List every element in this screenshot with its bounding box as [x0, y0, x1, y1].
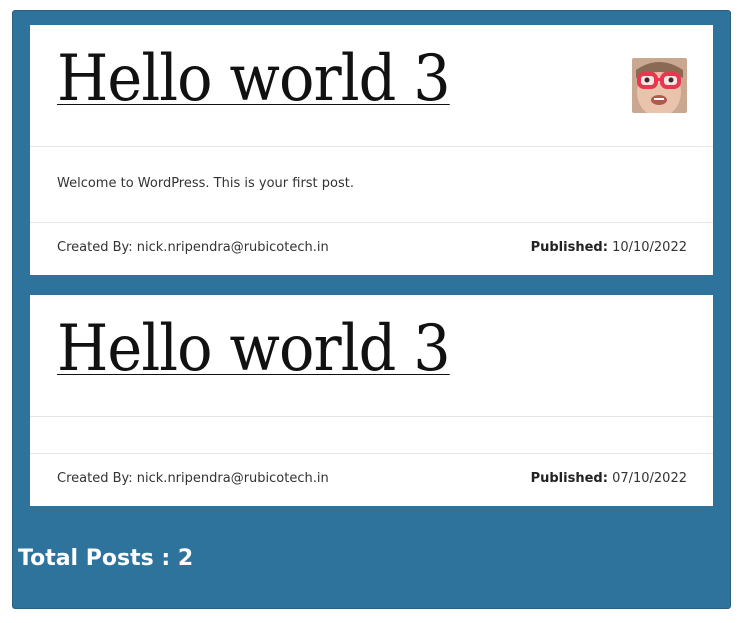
author-avatar: [632, 58, 687, 113]
post-body: Welcome to WordPress. This is your first…: [30, 147, 713, 223]
total-posts-count: Total Posts : 2: [18, 546, 194, 571]
post-header: Hello world 3: [30, 25, 713, 147]
post-published: Published: 07/10/2022: [531, 471, 687, 486]
created-by-label: Created By:: [57, 240, 133, 255]
post-author: Created By: nick.nripendra@rubicotech.in: [57, 471, 329, 486]
post-footer: Created By: nick.nripendra@rubicotech.in…: [30, 454, 713, 506]
author-email: nick.nripendra@rubicotech.in: [136, 240, 329, 255]
post-card: Hello world 3 Created By: nick.nripendra…: [30, 295, 713, 506]
post-published: Published: 10/10/2022: [531, 240, 687, 255]
published-date: 07/10/2022: [612, 471, 687, 486]
post-excerpt: Welcome to WordPress. This is your first…: [57, 176, 354, 191]
post-title-link[interactable]: Hello world 3: [57, 43, 451, 115]
post-body: [30, 417, 713, 454]
published-date: 10/10/2022: [612, 240, 687, 255]
post-author: Created By: nick.nripendra@rubicotech.in: [57, 240, 329, 255]
post-card: Hello world 3 Welcome to WordPress. This…: [30, 25, 713, 275]
published-label: Published:: [530, 471, 608, 486]
posts-panel: Hello world 3 Welcome to WordPress. This…: [12, 10, 731, 609]
post-footer: Created By: nick.nripendra@rubicotech.in…: [30, 223, 713, 275]
post-header: Hello world 3: [30, 295, 713, 417]
author-email: nick.nripendra@rubicotech.in: [136, 471, 329, 486]
published-label: Published:: [530, 240, 608, 255]
created-by-label: Created By:: [57, 471, 133, 486]
post-title-link[interactable]: Hello world 3: [57, 313, 451, 385]
